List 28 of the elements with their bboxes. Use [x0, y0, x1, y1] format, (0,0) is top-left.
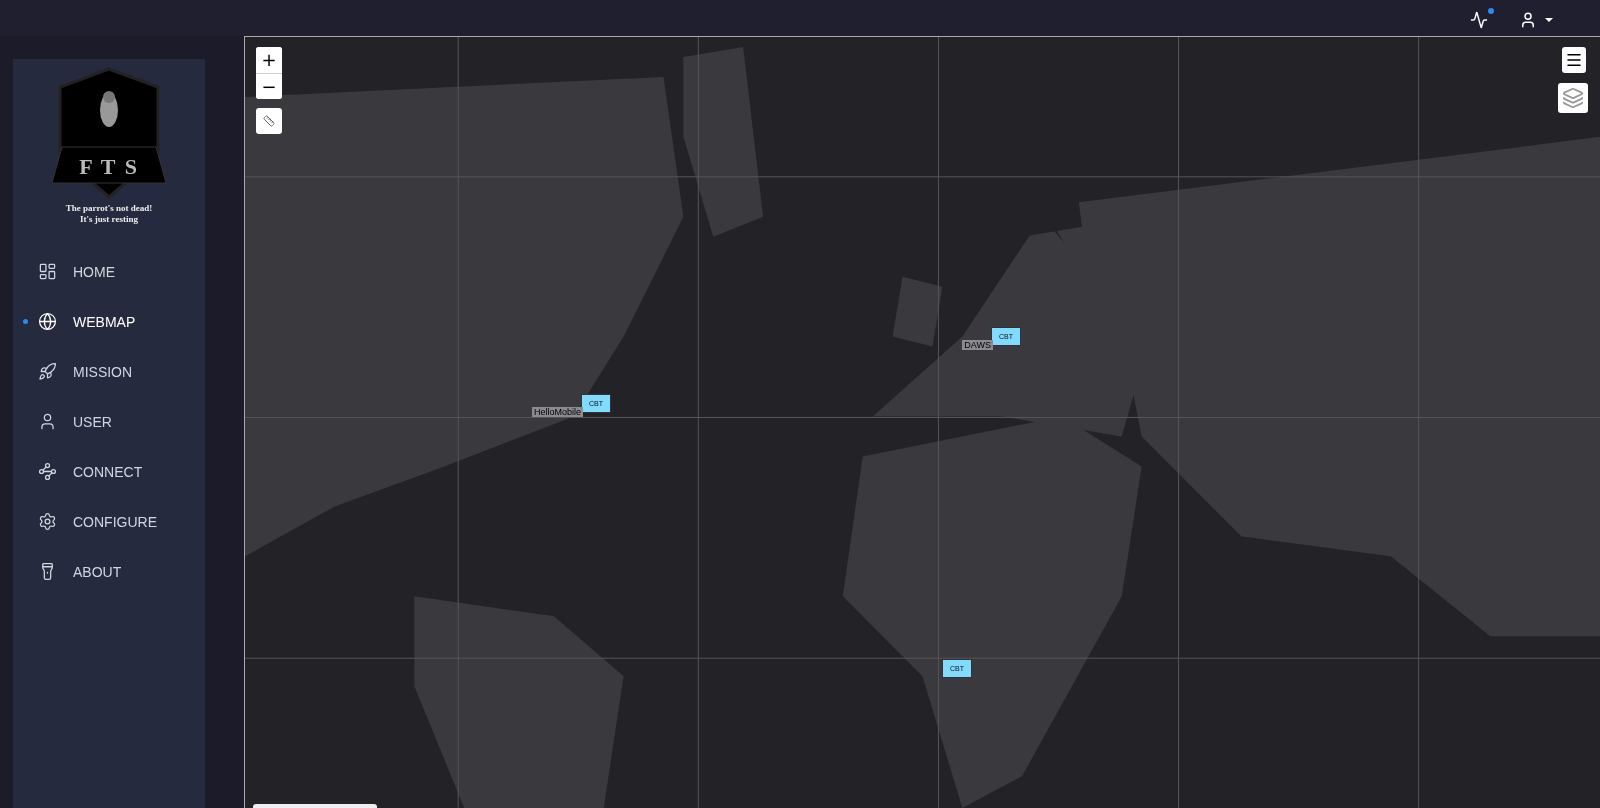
nav-item[interactable]: CONFIGURE: [13, 509, 205, 534]
globe-icon: [38, 312, 57, 331]
layers-button[interactable]: [1558, 83, 1588, 113]
marker-label: DAWS: [962, 340, 993, 350]
dashboard-icon: [38, 262, 57, 281]
logo-tagline: The parrot's not dead!: [65, 203, 153, 214]
ruler-icon: [263, 115, 275, 127]
nav-item[interactable]: CONNECT: [13, 459, 205, 484]
marker-label: HelloMobile: [531, 407, 583, 417]
gear-icon: [38, 512, 57, 531]
nav-item[interactable]: USER: [13, 409, 205, 434]
zoom-out-button[interactable]: −: [256, 73, 282, 99]
nav-item[interactable]: ABOUT: [13, 559, 205, 584]
nodes-icon: [38, 462, 57, 481]
measure-button[interactable]: [256, 108, 282, 134]
logo-letters: F T S: [79, 160, 139, 172]
nav-item[interactable]: HOME: [13, 259, 205, 284]
user-icon: [1519, 10, 1537, 29]
user-icon: [38, 412, 57, 431]
logo-tagline: It's just resting: [80, 214, 138, 225]
menu-button[interactable]: [1562, 47, 1586, 73]
rocket-icon: [38, 362, 57, 381]
activity-icon: [1470, 10, 1488, 29]
nav-item[interactable]: MISSION: [13, 359, 205, 384]
menu-icon: [1565, 51, 1583, 69]
caret-icon: [1545, 17, 1553, 22]
nav-item[interactable]: WEBMAP: [13, 309, 205, 334]
layers-icon: [1562, 87, 1584, 109]
